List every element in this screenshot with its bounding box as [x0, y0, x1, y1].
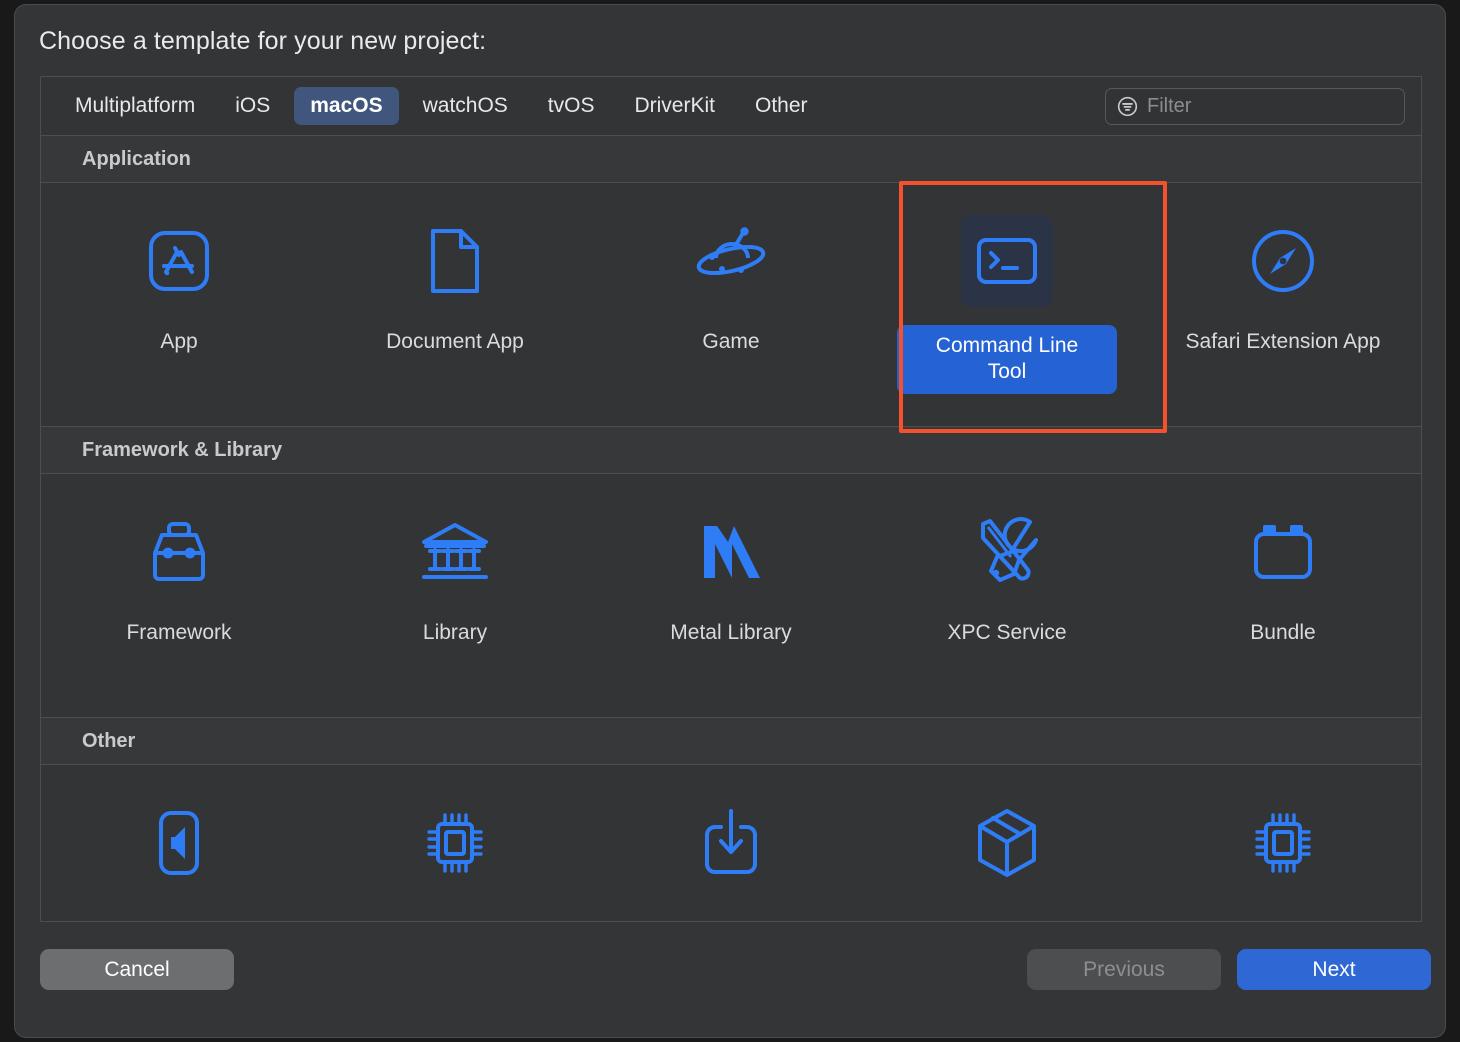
- template-browser: Multiplatform iOS macOS watchOS tvOS Dri…: [40, 76, 1422, 922]
- document-page-icon: [409, 215, 501, 307]
- section-body-framework-library: Framework: [41, 474, 1421, 718]
- filter-lines-circle-icon: [1116, 95, 1139, 118]
- terminal-prompt-icon: [961, 215, 1053, 307]
- template-label: Safari Extension App: [1174, 325, 1393, 359]
- cancel-button[interactable]: Cancel: [40, 949, 234, 990]
- template-other-1[interactable]: [41, 765, 317, 922]
- app-store-icon: [133, 215, 225, 307]
- template-label: Framework: [114, 616, 243, 650]
- section-body-other: [41, 765, 1421, 922]
- template-label: [167, 907, 191, 915]
- bundle-case-icon: [1237, 506, 1329, 598]
- toolbox-icon: [133, 506, 225, 598]
- filter-field[interactable]: Filter: [1105, 88, 1405, 125]
- template-app[interactable]: App: [41, 183, 317, 426]
- template-other-3[interactable]: [593, 765, 869, 922]
- template-label: Library: [411, 616, 499, 650]
- template-safari-extension-app[interactable]: Safari Extension App: [1145, 183, 1421, 426]
- safari-compass-icon: [1237, 215, 1329, 307]
- tab-tvos[interactable]: tvOS: [532, 87, 611, 125]
- template-other-4[interactable]: [869, 765, 1145, 922]
- tab-other[interactable]: Other: [739, 87, 824, 125]
- template-label: [443, 907, 467, 915]
- template-label: [1271, 907, 1295, 915]
- template-label: Game: [690, 325, 771, 359]
- package-cube-icon: [961, 797, 1053, 889]
- template-metal-library[interactable]: Metal Library: [593, 474, 869, 717]
- section-title: Framework & Library: [82, 439, 282, 462]
- next-button[interactable]: Next: [1237, 949, 1431, 990]
- cpu-chip-icon: [1237, 797, 1329, 889]
- template-bundle[interactable]: Bundle: [1145, 474, 1421, 717]
- template-label: [719, 907, 743, 915]
- platform-tab-bar: Multiplatform iOS macOS watchOS tvOS Dri…: [41, 77, 1421, 136]
- template-command-line-tool[interactable]: Command Line Tool: [869, 183, 1145, 426]
- template-game[interactable]: Game: [593, 183, 869, 426]
- section-title: Application: [82, 148, 191, 171]
- download-arrow-icon: [685, 797, 777, 889]
- filter-placeholder: Filter: [1147, 95, 1191, 118]
- template-document-app[interactable]: Document App: [317, 183, 593, 426]
- page-title: Choose a template for your new project:: [39, 27, 486, 56]
- template-other-2[interactable]: [317, 765, 593, 922]
- template-label: [995, 907, 1019, 915]
- template-label: XPC Service: [935, 616, 1078, 650]
- dialog-footer: Cancel Previous Next: [15, 921, 1445, 1037]
- template-library[interactable]: Library: [317, 474, 593, 717]
- tab-multiplatform[interactable]: Multiplatform: [59, 87, 211, 125]
- tab-ios[interactable]: iOS: [219, 87, 286, 125]
- template-other-5[interactable]: [1145, 765, 1421, 922]
- cpu-chip-icon: [409, 797, 501, 889]
- metal-m-icon: [685, 506, 777, 598]
- section-body-application: App Document App: [41, 183, 1421, 427]
- template-label: Metal Library: [658, 616, 803, 650]
- wrench-screwdriver-icon: [961, 506, 1053, 598]
- bank-columns-icon: [409, 506, 501, 598]
- tab-driverkit[interactable]: DriverKit: [618, 87, 731, 125]
- section-title: Other: [82, 730, 135, 753]
- template-xpc-service[interactable]: XPC Service: [869, 474, 1145, 717]
- tab-watchos[interactable]: watchOS: [407, 87, 524, 125]
- template-label: App: [148, 325, 209, 359]
- previous-button[interactable]: Previous: [1027, 949, 1221, 990]
- template-framework[interactable]: Framework: [41, 474, 317, 717]
- section-header-other: Other: [41, 718, 1421, 765]
- new-project-dialog: Choose a template for your new project: …: [14, 4, 1446, 1038]
- tab-macos[interactable]: macOS: [294, 87, 398, 125]
- game-ufo-icon: [685, 215, 777, 307]
- template-label: Document App: [374, 325, 536, 359]
- section-header-application: Application: [41, 136, 1421, 183]
- template-label: Command Line Tool: [897, 325, 1117, 394]
- template-label: Bundle: [1238, 616, 1327, 650]
- speaker-volume-icon: [133, 797, 225, 889]
- section-header-framework-library: Framework & Library: [41, 427, 1421, 474]
